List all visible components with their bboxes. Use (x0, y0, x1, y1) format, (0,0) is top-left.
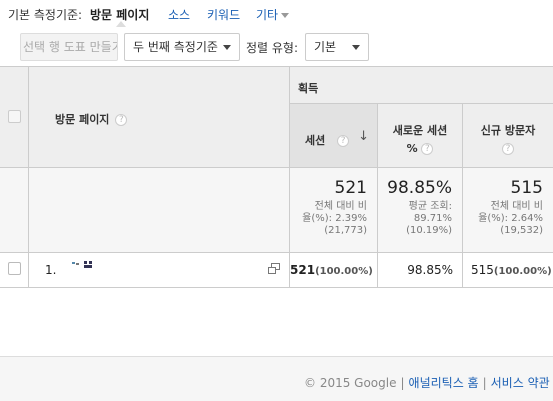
active-dimension-indicator (116, 21, 126, 27)
secondary-dimension-dropdown[interactable]: 두 번째 측정기준 (124, 33, 240, 61)
column-header-new-sessions[interactable]: 새로운 세션 % ? (378, 104, 463, 168)
row-sessions-cell: 521(100.00%) (290, 253, 378, 288)
row-checkbox[interactable] (8, 262, 21, 275)
summary-new-sessions-value: 98.85% (387, 178, 452, 198)
row-sessions-value: 521 (290, 263, 316, 277)
select-all-checkbox[interactable] (8, 110, 21, 123)
row-sessions-pct: (100.00%) (315, 266, 373, 277)
dimension-other-dropdown[interactable]: 기타 (256, 6, 290, 23)
secondary-dimension-label: 두 번째 측정기준 (133, 40, 218, 54)
landing-page-column-title: 방문 페이지? (55, 111, 128, 127)
dimension-other-label: 기타 (256, 8, 279, 22)
footer-separator: | (482, 376, 487, 390)
summary-new-users-value: 515 (510, 178, 543, 198)
row-new-sessions-value: 98.85% (407, 263, 453, 277)
column-header-new-users[interactable]: 신규 방문자 ? (463, 104, 553, 168)
help-icon[interactable]: ? (502, 143, 514, 155)
summary-new-users-detail: 전체 대비 비 율(%): 2.64% (19,532) (467, 201, 543, 237)
table-row-checkbox-cell (0, 253, 29, 288)
summary-sessions: 521 전체 대비 비 율(%): 2.39% (21,773) (290, 168, 378, 253)
summary-new-sessions: 98.85% 평균 조회: 89.71% (10.19%) (378, 168, 463, 253)
new-users-header-label: 신규 방문자 (480, 124, 536, 137)
new-sessions-header-line1: 새로운 세션 (392, 124, 448, 137)
summary-sessions-line1: 전체 대비 비 (314, 201, 367, 212)
terms-of-service-link[interactable]: 서비스 약관 (491, 376, 550, 390)
primary-dimension-label: 기본 측정기준: (8, 8, 83, 22)
chevron-down-icon (281, 13, 290, 18)
external-link-icon[interactable] (268, 263, 280, 274)
column-header-sessions[interactable]: 세션 ? ↓ (290, 104, 378, 168)
plot-rows-button[interactable]: 선택 행 도표 만들기 (20, 33, 118, 61)
dimension-source[interactable]: 소스 (168, 6, 190, 23)
summary-sessions-value: 521 (334, 178, 367, 198)
sort-type-dropdown[interactable]: 기본 (305, 33, 369, 61)
summary-new-users-line2: 율(%): 2.64% (478, 213, 543, 224)
row-new-users-cell: 515(100.00%) (463, 253, 553, 288)
help-icon[interactable]: ? (421, 143, 434, 155)
new-sessions-header-line2: % (406, 142, 418, 155)
landing-page-link[interactable] (72, 260, 98, 270)
summary-new-sessions-detail: 평균 조회: 89.71% (10.19%) (382, 201, 452, 237)
dimension-keyword[interactable]: 키워드 (207, 6, 240, 23)
help-icon[interactable]: ? (115, 114, 128, 126)
sort-type-value: 기본 (314, 40, 337, 54)
summary-new-sessions-line1: 평균 조회: (408, 201, 452, 212)
footer-separator: | (400, 376, 405, 390)
primary-dimension-bar: 기본 측정기준: 방문 페이지 소스 키워드 기타 (0, 0, 553, 28)
row-new-users-value: 515 (471, 263, 494, 277)
new-sessions-header-line2-wrap: % ? (378, 140, 462, 158)
new-users-help-wrap: ? (463, 140, 553, 158)
summary-sessions-detail: 전체 대비 비 율(%): 2.39% (21,773) (294, 201, 367, 237)
summary-new-users-line1: 전체 대비 비 (490, 201, 543, 212)
landing-page-column-label: 방문 페이지 (55, 113, 110, 126)
sort-descending-icon[interactable]: ↓ (358, 129, 369, 144)
table-toolbar: 선택 행 도표 만들기 두 번째 측정기준 정렬 유형: 기본 (0, 33, 553, 61)
chevron-down-icon (352, 45, 360, 50)
summary-new-users-line3: (19,532) (500, 225, 543, 236)
summary-sessions-line2: 율(%): 2.39% (302, 213, 367, 224)
summary-new-sessions-line2: 89.71% (413, 213, 452, 224)
row-new-users-pct: (100.00%) (493, 266, 552, 277)
new-sessions-header: 새로운 세션 % ? (378, 122, 462, 158)
summary-checkbox-cell (0, 168, 29, 253)
report-table: 방문 페이지? 획득 세션 ? ↓ 새로운 세션 % ? 신규 방문자 ? 52… (0, 66, 553, 288)
table-row-page-cell: 1. (29, 253, 290, 288)
sessions-header-label: 세션 (305, 134, 326, 147)
summary-new-users: 515 전체 대비 비 율(%): 2.64% (19,532) (463, 168, 553, 253)
row-new-sessions-cell: 98.85% (378, 253, 463, 288)
header-checkbox-cell (0, 67, 29, 168)
analytics-home-link[interactable]: 애널리틱스 홈 (409, 376, 479, 390)
chevron-down-icon (223, 45, 231, 50)
row-index: 1. (45, 263, 57, 277)
summary-page-cell (29, 168, 290, 253)
summary-new-sessions-line3: (10.19%) (406, 225, 452, 236)
help-icon[interactable]: ? (337, 135, 350, 147)
footer-copyright: © 2015 Google (304, 376, 397, 390)
header-landing-page: 방문 페이지? (29, 67, 290, 168)
footer: © 2015 Google | 애널리틱스 홈 | 서비스 약관 (304, 374, 550, 391)
sort-type-label: 정렬 유형: (246, 41, 299, 55)
summary-sessions-line3: (21,773) (324, 225, 367, 236)
acquisition-group-header: 획득 (290, 67, 553, 104)
new-users-header: 신규 방문자 ? (463, 122, 553, 158)
